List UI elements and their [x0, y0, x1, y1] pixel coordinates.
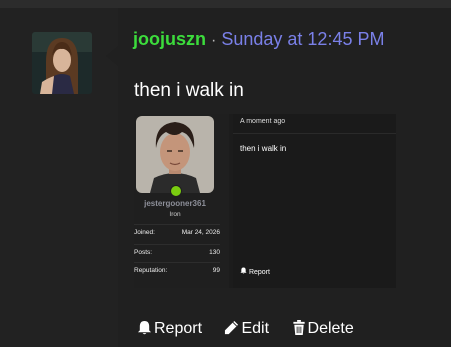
edit-label: Edit [241, 320, 270, 337]
pencil-icon [225, 320, 239, 335]
embed-stat-joined: Joined: Mar 24, 2026 [134, 224, 220, 241]
post-user-column [0, 8, 118, 347]
embed-avatar-image [136, 116, 214, 193]
embed-stat-value: 99 [212, 267, 220, 274]
avatar[interactable] [32, 32, 92, 94]
post-timestamp[interactable]: Sunday at 12:45 PM [221, 29, 384, 49]
embed-message: then i walk in [240, 144, 287, 153]
embed-stat-label: Reputation: [134, 267, 168, 274]
delete-label: Delete [307, 320, 354, 337]
embed-stat-reputation: Reputation: 99 [134, 262, 220, 279]
embed-avatar [136, 116, 214, 193]
embed-report-label: Report [248, 269, 270, 276]
bell-icon [240, 267, 247, 274]
embed-username: jestergooner361 [144, 199, 206, 208]
report-button[interactable]: Report [137, 320, 202, 338]
embedded-screenshot[interactable]: jestergooner361 Iron Joined: Mar 24, 202… [134, 114, 396, 288]
online-status-icon [170, 185, 182, 197]
top-strip [0, 0, 451, 8]
embed-stat-value: 130 [209, 249, 220, 256]
embed-user-panel: jestergooner361 Iron Joined: Mar 24, 202… [134, 114, 229, 288]
embed-stat-value: Mar 24, 2026 [181, 229, 220, 236]
embed-report: Report [240, 267, 270, 276]
embed-timestamp: A moment ago [240, 118, 286, 125]
embed-stat-label: Posts: [134, 249, 153, 256]
edit-button[interactable]: Edit [224, 320, 269, 338]
embed-post-panel: A moment ago then i walk in Report [233, 114, 396, 288]
delete-button[interactable]: Delete [292, 320, 354, 338]
embed-divider [233, 133, 396, 134]
trash-icon [292, 320, 305, 335]
embed-stat-label: Joined: [134, 229, 155, 236]
username-link[interactable]: joojuszn [133, 29, 206, 49]
avatar-image [32, 32, 92, 94]
post-message: then i walk in [134, 80, 244, 101]
separator: · [211, 32, 217, 49]
embed-rank: Iron [169, 211, 181, 218]
bell-icon [137, 320, 152, 335]
avatar-notch [106, 46, 118, 66]
embed-stat-posts: Posts: 130 [134, 244, 220, 261]
report-label: Report [154, 320, 203, 337]
post-actions: Report Edit Delete [137, 320, 372, 338]
post: joojuszn · Sunday at 12:45 PM then i wal… [0, 0, 451, 347]
post-header: joojuszn · Sunday at 12:45 PM [133, 28, 384, 52]
